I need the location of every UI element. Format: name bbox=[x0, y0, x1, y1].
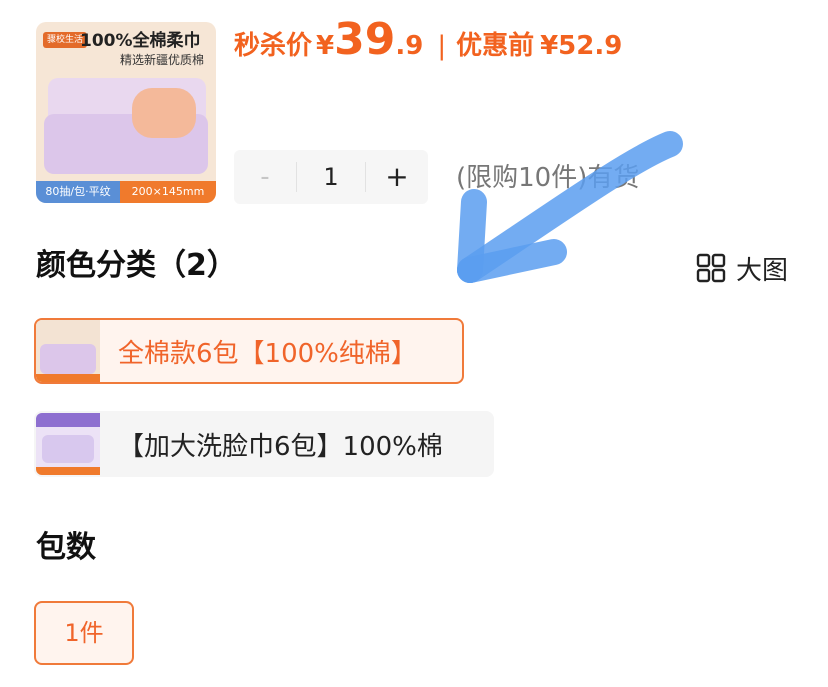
quantity-stepper[interactable]: - 1 + bbox=[234, 150, 428, 204]
price-integer: 39 bbox=[334, 14, 396, 65]
option-label: 全棉款6包【100%纯棉】 bbox=[118, 338, 417, 369]
thumbnail-subline: 精选新疆优质棉 bbox=[120, 53, 205, 67]
color-section-title: 颜色分类（2） bbox=[36, 248, 237, 283]
currency-symbol: ¥ bbox=[316, 31, 335, 61]
annotation-arrow-icon bbox=[457, 131, 683, 283]
price-row: 秒杀价 ¥ 39 .9 | 优惠前 ¥52.9 bbox=[234, 14, 622, 74]
option-thumbnail bbox=[36, 320, 100, 382]
price-divider: | bbox=[437, 31, 447, 61]
flash-sale-label: 秒杀价 bbox=[234, 31, 313, 61]
bear-mascot bbox=[132, 88, 196, 138]
quantity-value[interactable]: 1 bbox=[297, 150, 365, 204]
price-decimal: .9 bbox=[395, 31, 424, 61]
option-label: 【加大洗脸巾6包】100%棉 bbox=[118, 431, 443, 462]
original-price: ¥52.9 bbox=[540, 31, 623, 61]
count-section-title: 包数 bbox=[36, 530, 96, 565]
decrease-button[interactable]: - bbox=[234, 150, 296, 204]
grid-icon bbox=[696, 253, 726, 283]
purchase-limit-note: (限购10件)有货 bbox=[456, 163, 640, 193]
increase-button[interactable]: + bbox=[366, 150, 428, 204]
product-thumbnail[interactable]: 骤校生活 100%全棉柔巾 精选新疆优质棉 80抽/包·平纹 200×145mm bbox=[36, 22, 216, 203]
thumbnail-headline: 100%全棉柔巾 bbox=[80, 31, 201, 51]
spec-count-badge: 80抽/包·平纹 bbox=[36, 181, 120, 203]
big-view-label: 大图 bbox=[736, 255, 789, 286]
spec-size-badge: 200×145mm bbox=[120, 181, 216, 203]
count-option-1[interactable]: 1件 bbox=[34, 601, 134, 665]
original-price-label: 优惠前 bbox=[456, 31, 535, 61]
color-option-cotton-6pack[interactable]: 全棉款6包【100%纯棉】 bbox=[34, 318, 464, 384]
option-thumbnail bbox=[36, 413, 100, 475]
big-view-toggle[interactable]: 大图 bbox=[696, 248, 788, 288]
color-option-large-face-towel[interactable]: 【加大洗脸巾6包】100%棉 bbox=[34, 411, 494, 477]
